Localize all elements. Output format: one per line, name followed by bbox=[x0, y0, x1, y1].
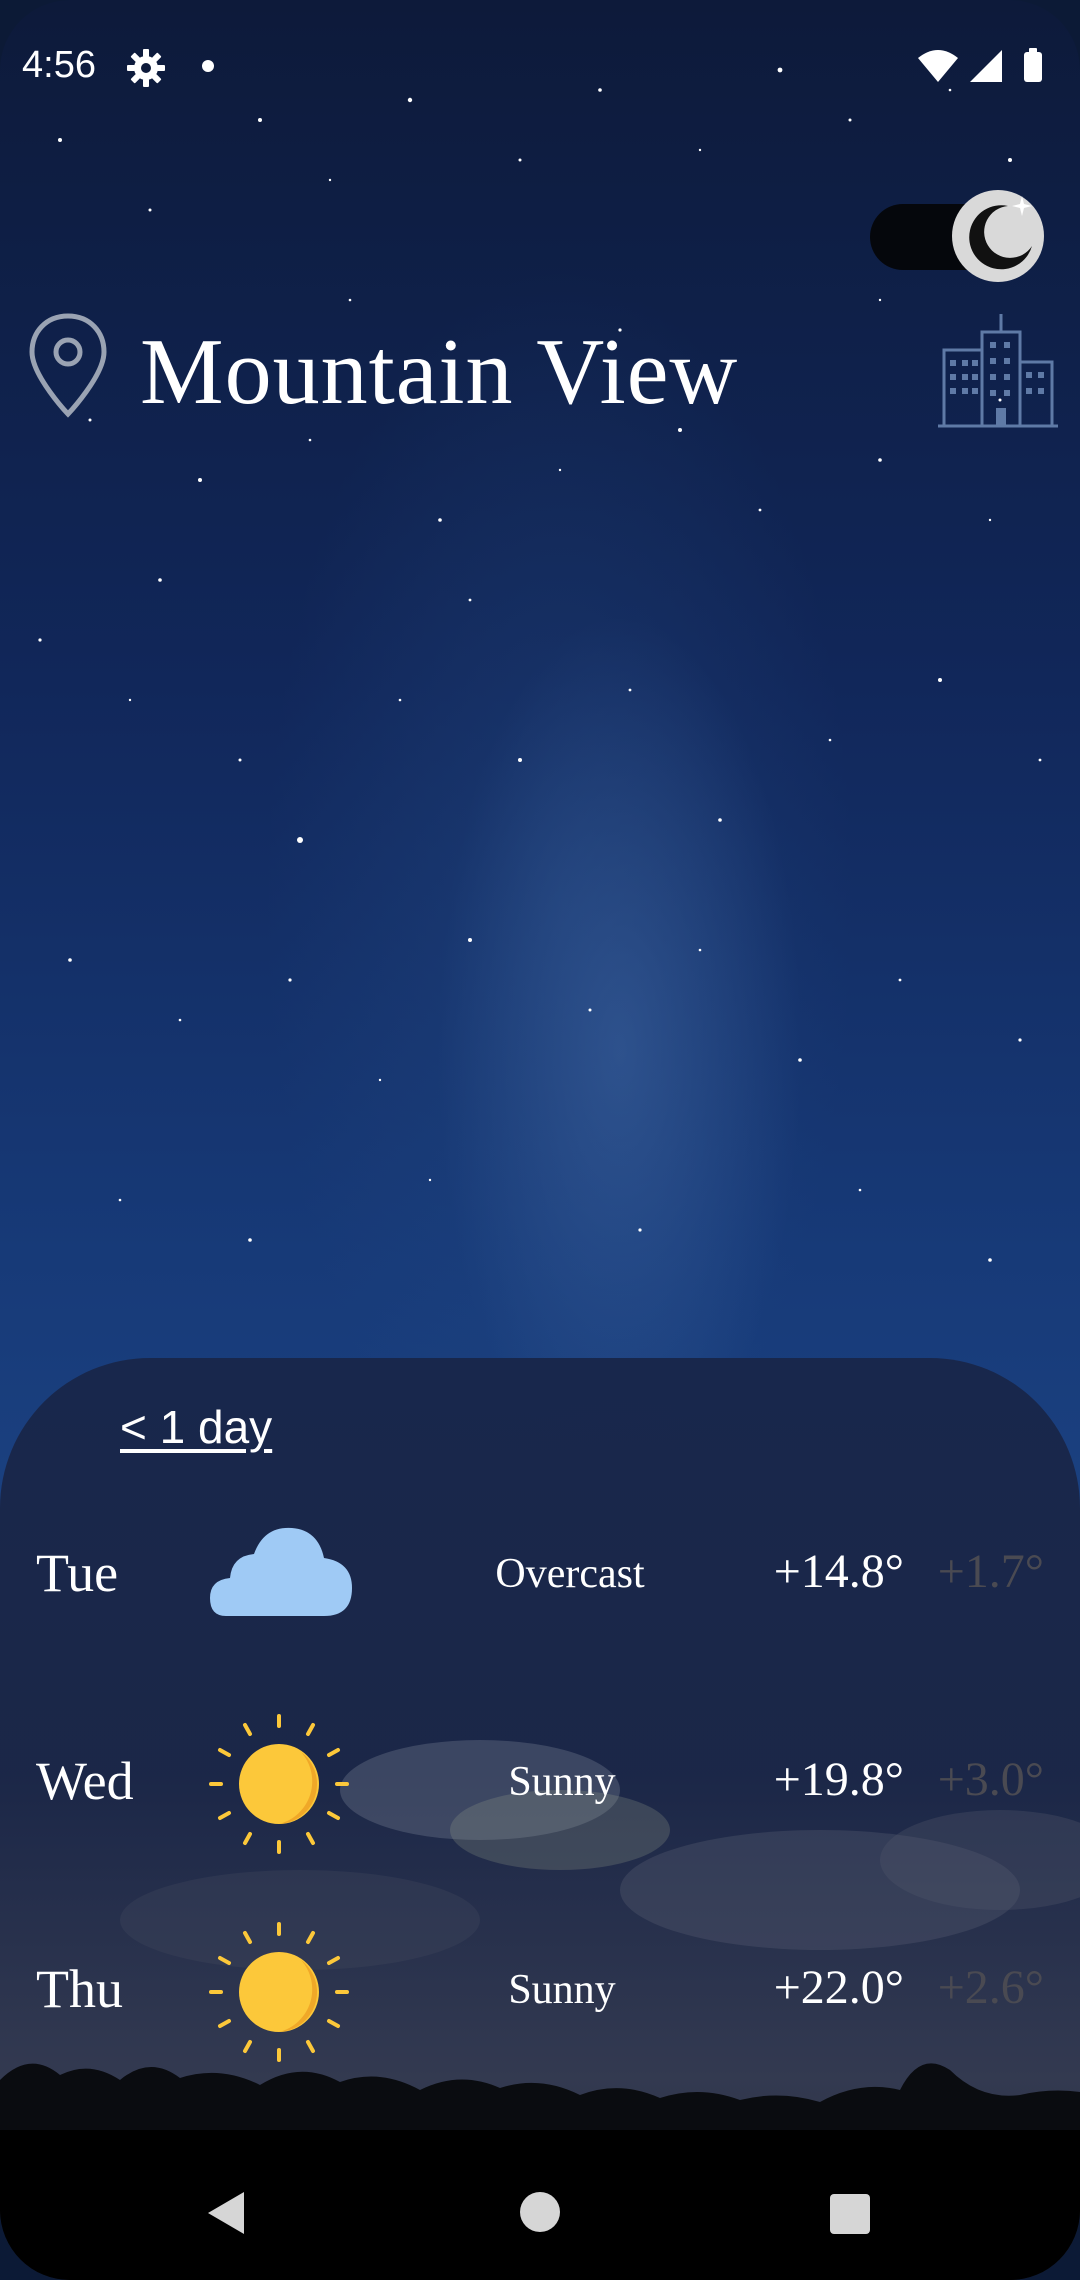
theme-toggle[interactable] bbox=[870, 190, 1050, 286]
wifi-icon bbox=[918, 50, 958, 82]
forecast-day: Thu bbox=[36, 1959, 123, 2019]
forecast-row-thu: Thu Sunny +22.0° +2.6° bbox=[0, 1922, 1080, 2062]
status-time: 4:56 bbox=[22, 44, 96, 86]
forecast-max-temp: +14.8° bbox=[773, 1545, 904, 1598]
home-icon[interactable] bbox=[520, 2192, 560, 2232]
buildings-icon[interactable] bbox=[938, 310, 1058, 430]
status-bar: 4:56 bbox=[0, 0, 1080, 140]
city-name: Mountain View bbox=[140, 320, 739, 424]
forecast-min-temp: +3.0° bbox=[937, 1753, 1044, 1806]
recents-icon[interactable] bbox=[830, 2194, 870, 2234]
forecast-range-link[interactable]: < 1 day bbox=[120, 1400, 272, 1454]
forecast-condition: Sunny bbox=[508, 1967, 616, 2013]
system-status-icons bbox=[918, 48, 1042, 82]
gear-icon bbox=[127, 49, 165, 87]
weather-screen: 4:56 Mountain View < 1 day Tue Overcast … bbox=[0, 0, 1080, 2280]
forecast-max-temp: +19.8° bbox=[773, 1753, 904, 1806]
battery-icon bbox=[1024, 52, 1042, 82]
forecast-row-wed: Wed Sunny +19.8° +3.0° bbox=[0, 1714, 1080, 1854]
forecast-day: Wed bbox=[36, 1751, 134, 1811]
back-icon[interactable] bbox=[204, 2190, 248, 2236]
forecast-condition: Sunny bbox=[508, 1759, 616, 1805]
moon-icon bbox=[952, 190, 1044, 282]
forecast-condition: Overcast bbox=[495, 1551, 645, 1597]
sun-icon bbox=[209, 1714, 349, 1854]
navigation-bar bbox=[0, 2130, 1080, 2280]
forecast-min-temp: +2.6° bbox=[937, 1961, 1044, 2014]
cloud-icon bbox=[210, 1527, 352, 1616]
sun-icon bbox=[209, 1922, 349, 2062]
map-pin-icon[interactable] bbox=[26, 310, 110, 422]
forecast-day: Tue bbox=[36, 1543, 119, 1603]
forecast-min-temp: +1.7° bbox=[937, 1545, 1044, 1598]
forecast-row-tue: Tue Overcast +14.8° +1.7° bbox=[0, 1506, 1080, 1646]
notification-dot-icon bbox=[202, 60, 214, 72]
cell-signal-icon bbox=[970, 50, 1002, 82]
forecast-max-temp: +22.0° bbox=[773, 1961, 904, 2014]
